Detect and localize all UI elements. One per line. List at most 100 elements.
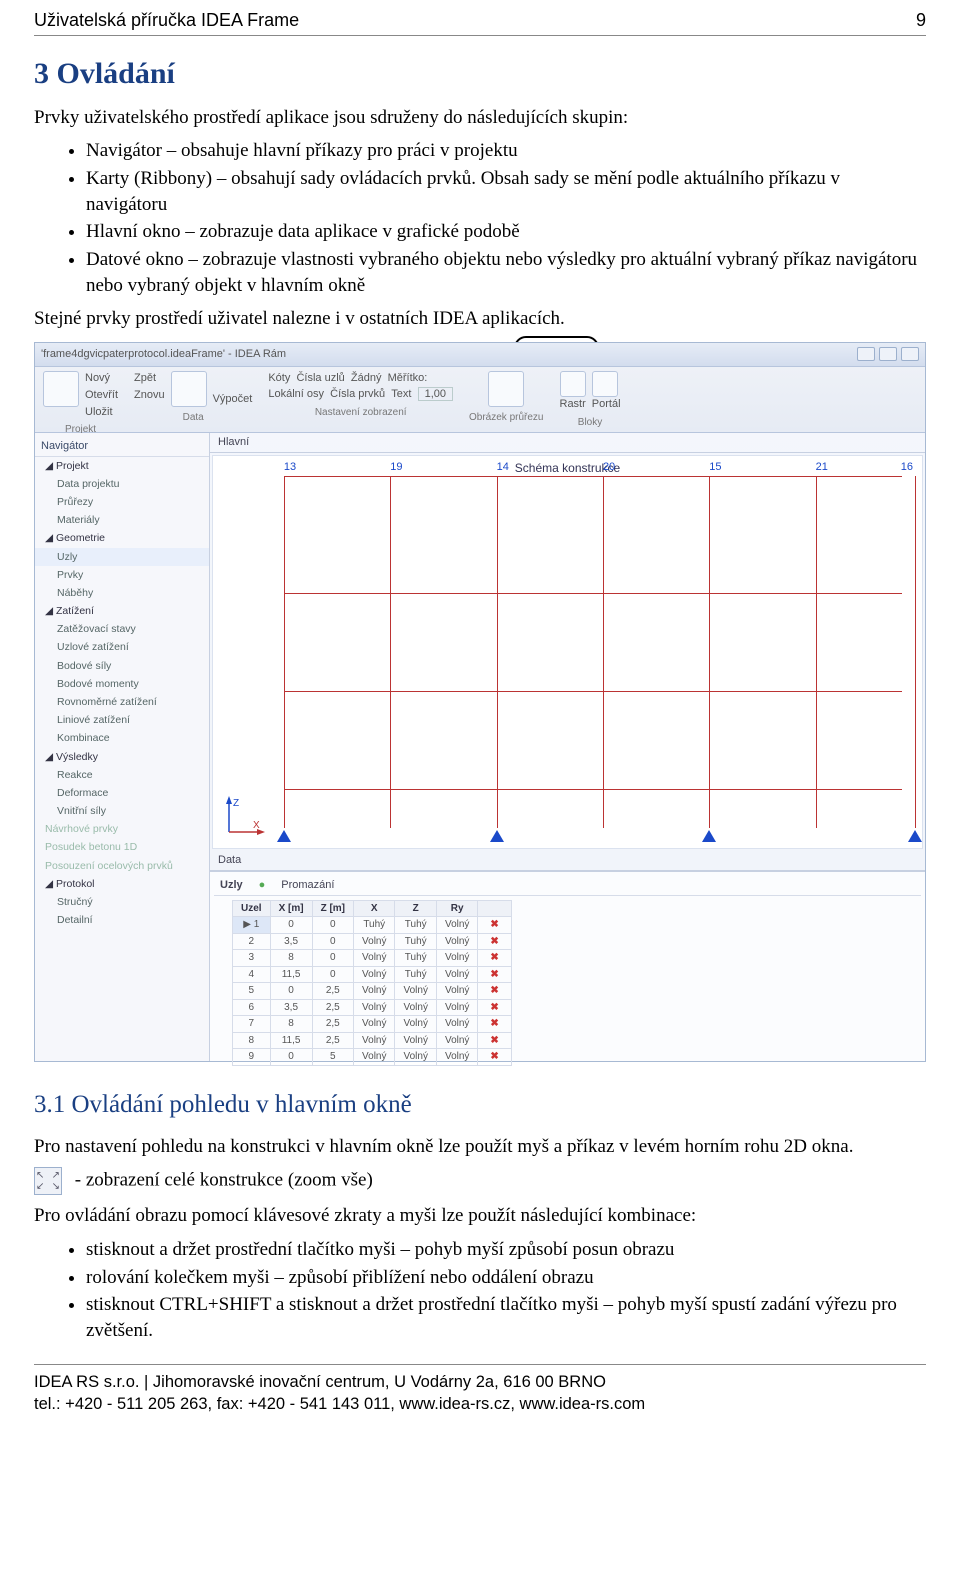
ribbon-elem-nums[interactable]: Čísla prvků: [330, 388, 385, 400]
nav-item[interactable]: Posouzení ocelových prvků: [35, 857, 209, 875]
nav-item[interactable]: Posudek betonu 1D: [35, 838, 209, 856]
body-text: Pro ovládání obrazu pomocí klávesové zkr…: [34, 1203, 926, 1229]
section-icon[interactable]: [488, 371, 524, 407]
list-item: Datové okno – zobrazuje vlastnosti vybra…: [86, 247, 926, 298]
delete-row-icon[interactable]: ✖: [486, 1035, 502, 1046]
table-row[interactable]: 811,52,5VolnýVolnýVolný✖: [233, 1032, 512, 1049]
support-icon: [702, 830, 716, 842]
ribbon-localaxes[interactable]: Lokální osy: [268, 388, 324, 400]
portal-icon[interactable]: [592, 371, 618, 397]
canvas[interactable]: Schéma konstrukce: [212, 455, 923, 849]
table-row[interactable]: 23,50VolnýTuhýVolný✖: [233, 933, 512, 950]
nav-group-vysledky[interactable]: ◢ Výsledky: [35, 748, 209, 766]
ribbon-group-label: Nastavení zobrazení: [315, 406, 407, 420]
nav-item[interactable]: Prvky: [35, 566, 209, 584]
delete-row-icon[interactable]: ✖: [486, 919, 502, 930]
nav-item[interactable]: Vnitřní síly: [35, 802, 209, 820]
table-row[interactable]: 411,50VolnýTuhýVolný✖: [233, 966, 512, 983]
support-icon: [908, 830, 922, 842]
intro-text: Prvky uživatelského prostředí aplikace j…: [34, 105, 926, 131]
ribbon-save[interactable]: Uložit: [85, 405, 118, 420]
close-button[interactable]: [901, 347, 919, 361]
table-row[interactable]: 782,5VolnýVolnýVolný✖: [233, 1016, 512, 1033]
nav-item[interactable]: Uzlové zatížení: [35, 638, 209, 656]
ribbon-group-label: Bloky: [578, 416, 602, 430]
grid-icon[interactable]: [560, 371, 586, 397]
nav-item[interactable]: Deformace: [35, 784, 209, 802]
nav-item-selected[interactable]: Uzly: [35, 548, 209, 566]
delete-row-icon[interactable]: ✖: [486, 1051, 502, 1062]
nav-item[interactable]: Reakce: [35, 766, 209, 784]
window-title: 'frame4dgvicpaterprotocol.ideaFrame' - I…: [41, 347, 286, 362]
nav-group-protokol[interactable]: ◢ Protokol: [35, 875, 209, 893]
nav-group-geometrie[interactable]: ◢ Geometrie: [35, 529, 209, 547]
tab-nodes[interactable]: Uzly: [220, 878, 243, 893]
table-header: Uzel X [m] Z [m] X Z Ry: [233, 900, 512, 917]
ribbon-new[interactable]: Nový: [85, 371, 118, 386]
support-icon: [490, 830, 504, 842]
ribbon-redo[interactable]: Znovu: [134, 388, 165, 403]
zoom-all-icon[interactable]: ↖ ↗ ↙ ↘: [34, 1167, 62, 1195]
subsection-heading: 3.1 Ovládání pohledu v hlavním okně: [34, 1088, 926, 1122]
gear-icon[interactable]: [171, 371, 207, 407]
nav-item[interactable]: Bodové síly: [35, 657, 209, 675]
zoom-all-text: - zobrazení celé konstrukce (zoom vše): [75, 1170, 373, 1191]
node-label: 15: [709, 460, 721, 475]
shortcut-list: stisknout a držet prostřední tlačítko my…: [86, 1237, 926, 1344]
table-row[interactable]: 380VolnýTuhýVolný✖: [233, 950, 512, 967]
table-row[interactable]: 905VolnýVolnýVolný✖: [233, 1049, 512, 1066]
nav-item[interactable]: Liniové zatížení: [35, 711, 209, 729]
nodes-table: Uzel X [m] Z [m] X Z Ry ▶ 100TuhýTuhýVol…: [232, 900, 512, 1066]
svg-text:X: X: [253, 820, 260, 831]
nav-item[interactable]: Rovnoměrné zatížení: [35, 693, 209, 711]
data-tab[interactable]: Data: [210, 851, 925, 871]
ribbon-calc[interactable]: Výpočet: [213, 392, 253, 407]
delete-row-icon[interactable]: ✖: [486, 952, 502, 963]
nav-item[interactable]: Detailní: [35, 911, 209, 929]
nav-item[interactable]: Stručný: [35, 893, 209, 911]
ribbon-none[interactable]: Žádný: [351, 372, 382, 384]
nav-item[interactable]: Návrhové prvky: [35, 820, 209, 838]
table-row[interactable]: 502,5VolnýVolnýVolný✖: [233, 983, 512, 1000]
ribbon-portal[interactable]: Portál: [592, 398, 621, 410]
delete-row-icon[interactable]: ✖: [486, 1018, 502, 1029]
nav-item[interactable]: Materiály: [35, 511, 209, 529]
footer-line: tel.: +420 - 511 205 263, fax: +420 - 54…: [34, 1393, 926, 1415]
node-label: 19: [390, 460, 402, 475]
nav-item[interactable]: Náběhy: [35, 584, 209, 602]
ribbon-node-nums[interactable]: Čísla uzlů: [296, 372, 344, 384]
outro-text: Stejné prvky prostředí uživatel nalezne …: [34, 306, 926, 332]
main-tab[interactable]: Hlavní: [210, 433, 925, 453]
ribbon-group-projekt: Nový Otevřít Uložit Projekt: [43, 371, 118, 437]
table-row[interactable]: ▶ 100TuhýTuhýVolný✖: [233, 917, 512, 934]
ribbon-raster[interactable]: Rastr: [560, 398, 586, 410]
new-icon[interactable]: [43, 371, 79, 407]
nav-item[interactable]: Data projektu: [35, 475, 209, 493]
node-label: 14: [497, 460, 509, 475]
nav-group-zatizeni[interactable]: ◢ Zatížení: [35, 602, 209, 620]
ribbon-undo[interactable]: Zpět: [134, 371, 165, 386]
ribbon-open[interactable]: Otevřít: [85, 388, 118, 403]
tab-prune[interactable]: Promazání: [281, 878, 334, 893]
delete-row-icon[interactable]: ✖: [486, 936, 502, 947]
table-row[interactable]: 63,52,5VolnýVolnýVolný✖: [233, 999, 512, 1016]
nav-item[interactable]: Kombinace: [35, 729, 209, 747]
nav-item[interactable]: Zatěžovací stavy: [35, 620, 209, 638]
ribbon-text[interactable]: Text: [391, 388, 411, 400]
list-item: Karty (Ribbony) – obsahují sady ovládací…: [86, 166, 926, 217]
delete-row-icon[interactable]: ✖: [486, 969, 502, 980]
nav-item[interactable]: Bodové momenty: [35, 675, 209, 693]
delete-row-icon[interactable]: ✖: [486, 985, 502, 996]
list-item: stisknout CTRL+SHIFT a stisknout a držet…: [86, 1292, 926, 1343]
minimize-button[interactable]: [857, 347, 875, 361]
ribbon: Nový Otevřít Uložit Projekt Zpět Znovu: [35, 367, 925, 433]
ribbon-dims[interactable]: Kóty: [268, 372, 290, 384]
window-controls: [857, 347, 919, 361]
ribbon-scale-value[interactable]: 1,00: [418, 387, 453, 401]
maximize-button[interactable]: [879, 347, 897, 361]
nav-item[interactable]: Průřezy: [35, 493, 209, 511]
delete-row-icon[interactable]: ✖: [486, 1002, 502, 1013]
ribbon-group-label: Obrázek průřezu: [469, 411, 543, 425]
nav-group-projekt[interactable]: ◢ Projekt: [35, 457, 209, 475]
ribbon-group-view: Kóty Čísla uzlů Žádný Měřítko: Lokální o…: [268, 371, 453, 419]
